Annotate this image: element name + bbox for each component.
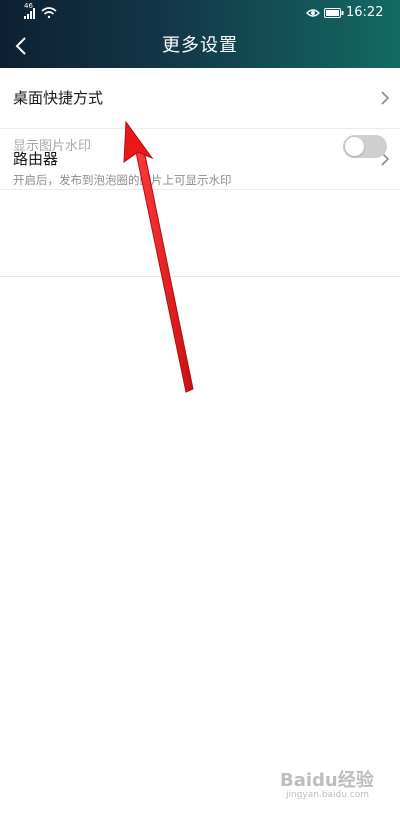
watermark-brand: Baidu经验 <box>280 770 374 791</box>
app-header: 46 16:22 更多设置 <box>0 0 400 68</box>
toggle-knob <box>345 137 364 156</box>
baidu-watermark: Baidu经验 jingyan.baidu.com <box>280 766 390 806</box>
title-bar: 更多设置 <box>0 26 400 68</box>
watermark-toggle[interactable] <box>343 135 387 158</box>
eye-icon <box>306 9 320 17</box>
wifi-icon <box>41 7 57 19</box>
battery-icon <box>324 8 344 18</box>
watermark-url: jingyan.baidu.com <box>286 790 370 800</box>
page-title: 更多设置 <box>162 35 238 56</box>
status-bar: 46 16:22 <box>0 0 400 26</box>
signal-icon <box>24 8 35 19</box>
chevron-right-icon <box>381 91 390 105</box>
settings-item-desktop-shortcut[interactable]: 桌面快捷方式 <box>0 68 400 129</box>
signal-wifi-icons <box>24 7 57 19</box>
section-divider <box>0 276 400 277</box>
watermark-toggle-label: 显示图片水印 <box>13 139 92 154</box>
clock: 16:22 <box>346 5 384 20</box>
settings-item-label: 桌面快捷方式 <box>13 89 104 107</box>
watermark-toggle-description: 开启后，发布到泡泡圈的图片上可显示水印 <box>13 173 232 187</box>
